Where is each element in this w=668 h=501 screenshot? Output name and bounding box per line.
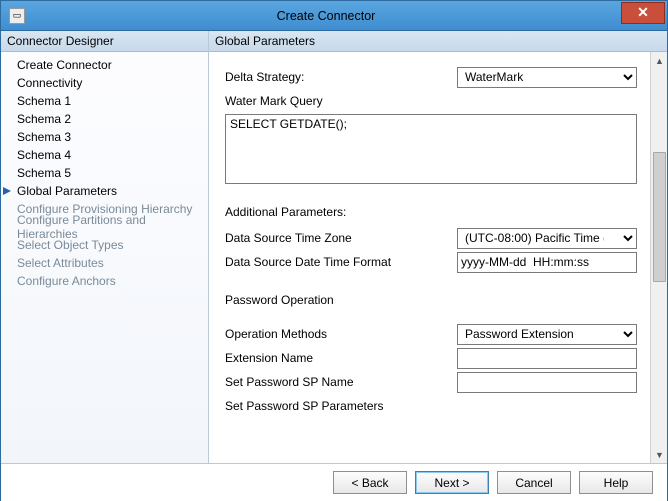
ds-timezone-select[interactable]: (UTC-08:00) Pacific Time (US & C bbox=[457, 228, 637, 249]
operation-methods-label: Operation Methods bbox=[225, 327, 457, 341]
wizard-steps: Create Connector Connectivity Schema 1 S… bbox=[1, 52, 208, 290]
step-configure-partitions-hierarchies: Configure Partitions and Hierarchies bbox=[1, 218, 208, 236]
step-schema-4[interactable]: Schema 4 bbox=[1, 146, 208, 164]
step-select-attributes: Select Attributes bbox=[1, 254, 208, 272]
window-title: Create Connector bbox=[31, 9, 621, 23]
scroll-thumb[interactable] bbox=[653, 152, 666, 282]
ds-datetime-format-label: Data Source Date Time Format bbox=[225, 255, 457, 269]
set-password-sp-params-label: Set Password SP Parameters bbox=[225, 399, 457, 413]
water-mark-query-input[interactable] bbox=[225, 114, 637, 184]
help-button[interactable]: Help bbox=[579, 471, 653, 494]
step-select-object-types: Select Object Types bbox=[1, 236, 208, 254]
main-header: Global Parameters bbox=[209, 31, 667, 52]
form-area: Delta Strategy: WaterMark Water Mark Que… bbox=[209, 52, 650, 463]
delta-strategy-select[interactable]: WaterMark bbox=[457, 67, 637, 88]
step-create-connector[interactable]: Create Connector bbox=[1, 56, 208, 74]
back-button[interactable]: < Back bbox=[333, 471, 407, 494]
additional-parameters-label: Additional Parameters: bbox=[225, 205, 644, 219]
password-operation-label: Password Operation bbox=[225, 293, 644, 307]
main-panel: Global Parameters Delta Strategy: WaterM… bbox=[209, 31, 667, 463]
ds-timezone-label: Data Source Time Zone bbox=[225, 231, 457, 245]
water-mark-query-label: Water Mark Query bbox=[225, 94, 457, 108]
extension-name-label: Extension Name bbox=[225, 351, 457, 365]
step-schema-3[interactable]: Schema 3 bbox=[1, 128, 208, 146]
scroll-up-arrow-icon[interactable]: ▲ bbox=[651, 52, 667, 69]
set-password-sp-name-input[interactable] bbox=[457, 372, 637, 393]
connector-designer-sidebar: Connector Designer Create Connector Conn… bbox=[1, 31, 209, 463]
wizard-footer: < Back Next > Cancel Help bbox=[1, 463, 667, 501]
step-schema-2[interactable]: Schema 2 bbox=[1, 110, 208, 128]
vertical-scrollbar[interactable]: ▲ ▼ bbox=[650, 52, 667, 463]
close-button[interactable]: ✕ bbox=[621, 2, 665, 24]
scroll-down-arrow-icon[interactable]: ▼ bbox=[651, 446, 667, 463]
step-connectivity[interactable]: Connectivity bbox=[1, 74, 208, 92]
step-global-parameters[interactable]: Global Parameters bbox=[1, 182, 208, 200]
sidebar-header: Connector Designer bbox=[1, 31, 208, 52]
operation-methods-select[interactable]: Password Extension bbox=[457, 324, 637, 345]
next-button[interactable]: Next > bbox=[415, 471, 489, 494]
set-password-sp-name-label: Set Password SP Name bbox=[225, 375, 457, 389]
delta-strategy-label: Delta Strategy: bbox=[225, 70, 457, 84]
app-icon: ▭ bbox=[9, 8, 25, 24]
step-schema-5[interactable]: Schema 5 bbox=[1, 164, 208, 182]
title-bar: ▭ Create Connector ✕ bbox=[1, 1, 667, 31]
cancel-button[interactable]: Cancel bbox=[497, 471, 571, 494]
step-configure-anchors: Configure Anchors bbox=[1, 272, 208, 290]
step-schema-1[interactable]: Schema 1 bbox=[1, 92, 208, 110]
ds-datetime-format-input[interactable] bbox=[457, 252, 637, 273]
extension-name-input[interactable] bbox=[457, 348, 637, 369]
